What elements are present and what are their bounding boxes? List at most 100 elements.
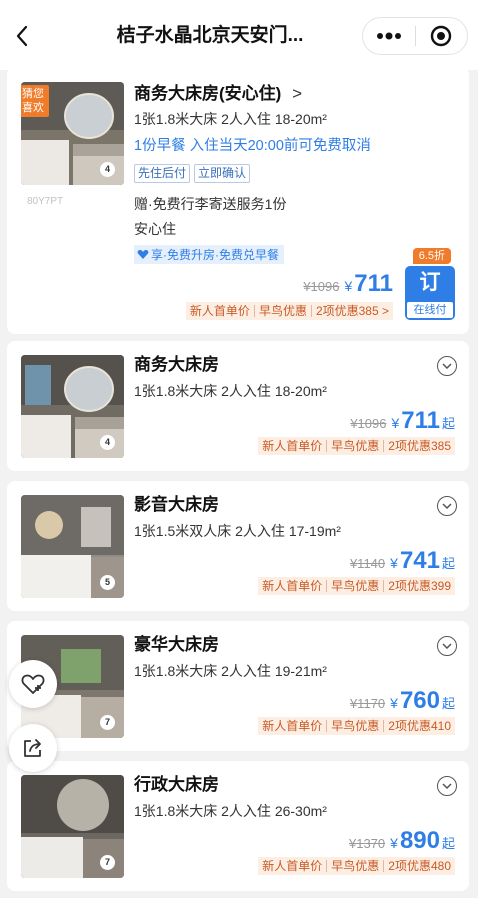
room-photo[interactable]: 猜您 喜欢 4 bbox=[21, 82, 124, 185]
expand-button[interactable] bbox=[437, 356, 457, 376]
chevron-right-icon: > bbox=[292, 84, 302, 103]
favorite-button[interactable] bbox=[9, 660, 57, 708]
member-benefit-tag: 享·免费升房·免费兑早餐 bbox=[134, 245, 284, 264]
page-title: 桔子水晶北京天安门... bbox=[116, 25, 304, 46]
room-name[interactable]: 商务大床房(安心住) > bbox=[134, 83, 302, 105]
safety-text: 安心住 bbox=[134, 221, 176, 237]
more-button[interactable] bbox=[363, 18, 415, 54]
featured-room-card[interactable]: 猜您 喜欢 4 80Y7PT 商务大床房(安心住) > 1张1.8米大床 2人入… bbox=[7, 66, 469, 334]
gift-text: 赠·免费行李寄送服务1份 bbox=[134, 196, 287, 212]
chevron-down-icon bbox=[442, 783, 452, 789]
price-row: ¥1140 ¥ 741 起 bbox=[350, 547, 455, 575]
room-photo[interactable]: 4 bbox=[21, 355, 124, 458]
room-name[interactable]: 豪华大床房 bbox=[134, 634, 219, 656]
back-button[interactable] bbox=[10, 22, 34, 50]
room-photo[interactable]: 7 bbox=[21, 775, 124, 878]
chevron-down-icon bbox=[442, 363, 452, 369]
promo-new-user: 新人首单价 bbox=[262, 579, 323, 593]
current-price: 741 bbox=[399, 547, 440, 574]
promo-total: 2项优惠410 bbox=[388, 719, 451, 733]
room-spec: 1张1.8米大床 2人入住 26-30m² bbox=[134, 803, 327, 819]
back-arrow-icon bbox=[16, 25, 28, 47]
expand-button[interactable] bbox=[437, 496, 457, 516]
original-price: ¥1170 bbox=[349, 696, 386, 711]
room-name[interactable]: 商务大床房 bbox=[134, 354, 219, 376]
photo-count-badge: 7 bbox=[100, 855, 115, 870]
expand-button[interactable] bbox=[437, 776, 457, 796]
mini-program-capsule bbox=[362, 17, 468, 55]
chevron-down-icon bbox=[442, 643, 452, 649]
room-card[interactable]: 7 豪华大床房 1张1.8米大床 2人入住 19-21m² ¥1170 ¥ 76… bbox=[7, 621, 469, 751]
close-button[interactable] bbox=[416, 18, 468, 54]
room-code: 80Y7PT bbox=[27, 196, 64, 207]
chevron-down-icon bbox=[442, 503, 452, 509]
room-card[interactable]: 4 商务大床房 1张1.8米大床 2人入住 18-20m² ¥1096 ¥ 71… bbox=[7, 341, 469, 471]
photo-count-badge: 4 bbox=[100, 435, 115, 450]
room-card[interactable]: 5 影音大床房 1张1.5米双人床 2人入住 17-19m² ¥1140 ¥ 7… bbox=[7, 481, 469, 611]
promo-early-bird: 早鸟优惠 bbox=[258, 304, 307, 318]
room-name-label: 商务大床房(安心住) bbox=[134, 84, 282, 103]
price-suffix: 起 bbox=[441, 836, 455, 851]
promo-total: 2项优惠399 bbox=[388, 579, 451, 593]
promo-new-user: 新人首单价 bbox=[262, 439, 323, 453]
currency-symbol: ¥ bbox=[391, 415, 400, 431]
current-price: 760 bbox=[399, 687, 440, 714]
share-button[interactable] bbox=[9, 724, 57, 772]
original-price: ¥1096 bbox=[303, 279, 340, 294]
share-icon bbox=[24, 739, 41, 757]
tag-list: 先住后付 立即确认 bbox=[134, 164, 251, 183]
promo-early-bird: 早鸟优惠 bbox=[331, 579, 380, 593]
price-row: ¥1096 ¥ 711 起 bbox=[350, 407, 455, 435]
promo-tags[interactable]: 新人首单价 早鸟优惠 2项优惠385 > bbox=[185, 302, 393, 320]
promo-total: 2项优惠385 bbox=[388, 439, 451, 453]
price-row: ¥1096 ¥ 711 bbox=[303, 270, 393, 298]
recommend-badge: 猜您 喜欢 bbox=[21, 85, 49, 117]
room-photo[interactable]: 5 bbox=[21, 495, 124, 598]
current-price: 711 bbox=[354, 270, 393, 297]
promo-total: 2项优惠385 > bbox=[315, 304, 389, 318]
price-row: ¥1170 ¥ 760 起 bbox=[350, 687, 455, 715]
price-suffix: 起 bbox=[441, 696, 455, 711]
book-button[interactable]: 订 在线付 bbox=[405, 266, 455, 320]
photo-count-badge: 7 bbox=[100, 715, 115, 730]
close-target-icon bbox=[431, 25, 452, 47]
room-spec: 1张1.8米大床 2人入住 18-20m² bbox=[134, 111, 327, 127]
more-icon bbox=[376, 32, 401, 40]
photo-count-badge: 4 bbox=[100, 162, 115, 177]
currency-symbol: ¥ bbox=[390, 835, 398, 851]
expand-button[interactable] bbox=[437, 636, 457, 656]
diamond-heart-icon bbox=[137, 250, 149, 259]
room-spec: 1张1.8米大床 2人入住 19-21m² bbox=[134, 663, 327, 679]
heart-icon bbox=[21, 674, 45, 694]
room-card[interactable]: 7 行政大床房 1张1.8米大床 2人入住 26-30m² ¥1370 ¥ 89… bbox=[7, 761, 469, 891]
tag-pay-later: 先住后付 bbox=[134, 164, 191, 183]
room-spec: 1张1.8米大床 2人入住 18-20m² bbox=[134, 383, 327, 399]
currency-symbol: ¥ bbox=[390, 555, 398, 571]
price-suffix: 起 bbox=[441, 416, 455, 431]
promo-early-bird: 早鸟优惠 bbox=[331, 439, 380, 453]
book-sub-label: 在线付 bbox=[407, 302, 453, 318]
promo-new-user: 新人首单价 bbox=[189, 304, 250, 318]
book-label: 订 bbox=[419, 271, 441, 294]
member-benefit-label: 享·免费升房·免费兑早餐 bbox=[151, 248, 279, 262]
promo-new-user: 新人首单价 bbox=[262, 859, 323, 873]
room-spec: 1张1.5米双人床 2人入住 17-19m² bbox=[134, 523, 341, 539]
room-policy: 1份早餐 入住当天20:00前可免费取消 bbox=[134, 138, 371, 154]
photo-count-badge: 5 bbox=[100, 575, 115, 590]
discount-badge: 6.5折 bbox=[412, 248, 451, 264]
promo-total: 2项优惠480 bbox=[388, 859, 451, 873]
promo-tags[interactable]: 新人首单价 早鸟优惠 2项优惠399 bbox=[258, 577, 455, 595]
tag-instant-confirm: 立即确认 bbox=[194, 164, 251, 183]
promo-tags[interactable]: 新人首单价 早鸟优惠 2项优惠480 bbox=[258, 857, 455, 875]
currency-symbol: ¥ bbox=[344, 278, 353, 294]
room-name[interactable]: 行政大床房 bbox=[134, 774, 219, 796]
currency-symbol: ¥ bbox=[390, 695, 398, 711]
current-price: 711 bbox=[401, 407, 440, 434]
price-row: ¥1370 ¥ 890 起 bbox=[349, 827, 455, 855]
original-price: ¥1140 bbox=[349, 556, 386, 571]
original-price: ¥1370 bbox=[348, 836, 386, 851]
promo-tags[interactable]: 新人首单价 早鸟优惠 2项优惠410 bbox=[258, 717, 455, 735]
room-name[interactable]: 影音大床房 bbox=[134, 494, 219, 516]
original-price: ¥1096 bbox=[350, 416, 387, 431]
promo-tags[interactable]: 新人首单价 早鸟优惠 2项优惠385 bbox=[258, 437, 455, 455]
